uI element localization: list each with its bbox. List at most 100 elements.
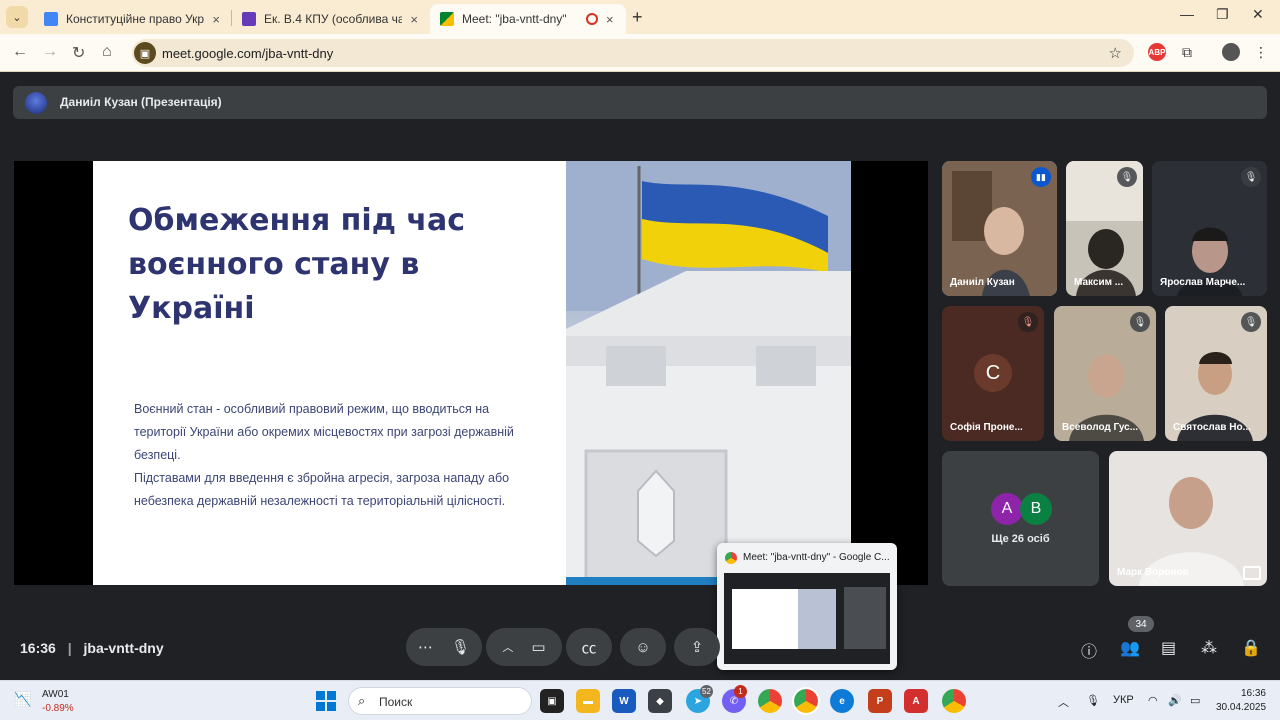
- volume-icon[interactable]: 🔊: [1168, 694, 1182, 707]
- tab-exam-form[interactable]: Ек. В.4 КПУ (особлива частина) ×: [232, 4, 428, 34]
- file-explorer-icon[interactable]: ▬: [576, 689, 600, 713]
- others-tile[interactable]: А В Ще 26 осіб: [942, 451, 1099, 586]
- participant-tile-sofia[interactable]: 🎙 С Софія Проне...: [942, 306, 1044, 441]
- chrome-active-icon[interactable]: [792, 687, 820, 715]
- camera-control[interactable]: ︿ ▭: [486, 628, 562, 666]
- participant-name: Максим ...: [1074, 277, 1124, 288]
- meeting-info-icon[interactable]: ⓘ: [1081, 638, 1097, 662]
- viber-badge: 1: [734, 685, 747, 698]
- tray-mic-icon[interactable]: 🎙: [1086, 694, 1100, 707]
- bookmark-star-icon[interactable]: ☆: [1109, 44, 1122, 62]
- more-options-icon[interactable]: ⋯: [418, 638, 433, 656]
- participant-name: Даниіл Кузан: [950, 277, 1015, 288]
- participant-tile-mark[interactable]: Марк Воронов: [1109, 451, 1267, 586]
- tray-chevron-icon[interactable]: ︿: [1058, 694, 1069, 710]
- ukraine-flag-building-illustration: [566, 161, 851, 585]
- new-tab-button[interactable]: +: [632, 7, 643, 28]
- camera-icon[interactable]: ▭: [531, 638, 545, 656]
- mic-icon[interactable]: 🎙: [451, 638, 470, 656]
- chrome-icon[interactable]: [758, 689, 782, 713]
- windows-start-icon[interactable]: [316, 691, 336, 711]
- activities-icon[interactable]: ⁂: [1201, 638, 1217, 658]
- preview-title: Meet: "jba-vntt-dny" - Google C...: [743, 552, 890, 563]
- app-icon[interactable]: ◆: [648, 689, 672, 713]
- tab-search-button[interactable]: ⌄: [6, 6, 28, 28]
- taskbar-search[interactable]: ⌕ Поиск: [348, 687, 532, 715]
- speaking-indicator-icon: ▮▮: [1031, 167, 1051, 187]
- chat-icon[interactable]: ▤: [1161, 638, 1176, 658]
- slide-title: Обмеження під час воєнного стану в Украї…: [128, 203, 465, 326]
- search-placeholder: Поиск: [379, 695, 413, 709]
- extensions-puzzle-icon[interactable]: ⧉: [1178, 43, 1196, 61]
- maximize-button[interactable]: ❐: [1216, 6, 1229, 23]
- participant-name: Ярослав Марче...: [1160, 277, 1246, 288]
- people-icon[interactable]: 👥: [1120, 638, 1140, 658]
- emoji-icon: ☺: [635, 638, 651, 656]
- profile-avatar[interactable]: [1222, 43, 1240, 61]
- stock-name: AW01: [42, 689, 69, 700]
- muted-mic-icon: 🎙: [1018, 312, 1038, 332]
- participant-tile-sviatoslav[interactable]: 🎙 Святослав Но...: [1165, 306, 1267, 441]
- home-icon[interactable]: ⌂: [102, 43, 112, 61]
- participant-count-badge: 34: [1128, 616, 1154, 632]
- participant-tile-maksym[interactable]: 🎙 Максим ...: [1066, 161, 1143, 296]
- reactions-button[interactable]: ☺: [620, 628, 666, 666]
- participant-name: Всеволод Гус...: [1062, 422, 1139, 433]
- task-view-icon[interactable]: ▣: [540, 689, 564, 713]
- word-icon[interactable]: W: [612, 689, 636, 713]
- telegram-badge: 52: [700, 685, 713, 698]
- close-window-button[interactable]: ✕: [1252, 6, 1264, 23]
- language-indicator[interactable]: УКР: [1113, 694, 1134, 706]
- back-icon[interactable]: ←: [12, 43, 28, 61]
- slide-body: Воєнний стан - особливий правовий режим,…: [134, 398, 524, 513]
- muted-mic-icon: 🎙: [1241, 167, 1261, 187]
- chrome-icon: [725, 552, 737, 564]
- meet-control-bar: 16:36 | jba-vntt-dny ⋯ 🎙 ︿ ▭ ㏄ ☺ ⇪ ⓘ 👥 3…: [0, 616, 1280, 680]
- powerpoint-icon[interactable]: P: [868, 689, 892, 713]
- address-bar[interactable]: ▣ meet.google.com/jba-vntt-dny ☆: [132, 39, 1134, 67]
- close-tab-icon[interactable]: ×: [606, 12, 614, 27]
- minimize-button[interactable]: —: [1180, 6, 1194, 22]
- wifi-icon[interactable]: ◠: [1148, 694, 1158, 707]
- present-screen-icon: ⇪: [690, 639, 704, 656]
- adblock-extension-icon[interactable]: ABP: [1148, 43, 1166, 61]
- time-and-code: 16:36 | jba-vntt-dny: [20, 640, 164, 656]
- captions-button[interactable]: ㏄: [566, 628, 612, 666]
- participant-tile-yaroslav[interactable]: 🎙 Ярослав Марче...: [1152, 161, 1267, 296]
- captions-icon: ㏄: [581, 639, 597, 657]
- browser-tab-bar: ⌄ Конституційне право України × Ек. В.4 …: [0, 0, 1280, 34]
- present-button[interactable]: ⇪: [674, 628, 720, 666]
- system-clock[interactable]: 16:36 30.04.2025: [1216, 687, 1266, 715]
- forward-icon[interactable]: →: [42, 43, 58, 61]
- tab-title: Meet: "jba-vntt-dny": [462, 12, 567, 26]
- reload-icon[interactable]: ↻: [72, 43, 85, 63]
- host-controls-lock-icon[interactable]: 🔒: [1241, 638, 1261, 658]
- windows-taskbar: 📉 AW01 -0.89% ⌕ Поиск ▣ ▬ W ◆ ➤ 52 ✆ 1 e…: [0, 680, 1280, 720]
- separator: |: [67, 640, 72, 656]
- google-classroom-icon: [44, 12, 58, 26]
- chrome-profile-icon[interactable]: [942, 689, 966, 713]
- pip-icon[interactable]: [1243, 566, 1261, 580]
- browser-menu-icon[interactable]: ⋮: [1252, 43, 1270, 61]
- meeting-code: jba-vntt-dny: [83, 640, 164, 656]
- participant-tile-daniil[interactable]: ▮▮ Даниіл Кузан: [942, 161, 1057, 296]
- presentation-stage[interactable]: Обмеження під час воєнного стану в Украї…: [14, 161, 928, 585]
- site-info-icon[interactable]: ▣: [134, 42, 156, 64]
- participant-avatar-initial: В: [1020, 493, 1052, 525]
- tab-meet[interactable]: Meet: "jba-vntt-dny" ×: [430, 4, 626, 34]
- participant-tile-vsevolod[interactable]: 🎙 Всеволод Гус...: [1054, 306, 1156, 441]
- slide-paragraph: Підставами для введення є збройна агресі…: [134, 471, 510, 508]
- close-tab-icon[interactable]: ×: [212, 12, 220, 27]
- acrobat-icon[interactable]: A: [904, 689, 928, 713]
- tab-title: Конституційне право України: [66, 12, 205, 26]
- close-tab-icon[interactable]: ×: [410, 12, 418, 27]
- tab-constitutional-law[interactable]: Конституційне право України ×: [34, 4, 230, 34]
- participant-avatar-initial: А: [991, 493, 1023, 525]
- clock-time: 16:36: [1240, 688, 1266, 699]
- mic-control[interactable]: ⋯ 🎙: [406, 628, 482, 666]
- chevron-up-icon[interactable]: ︿: [502, 639, 513, 655]
- battery-icon[interactable]: ▭: [1190, 694, 1200, 707]
- url-text[interactable]: meet.google.com/jba-vntt-dny: [162, 46, 333, 61]
- edge-icon[interactable]: e: [830, 689, 854, 713]
- muted-mic-icon: 🎙: [1130, 312, 1150, 332]
